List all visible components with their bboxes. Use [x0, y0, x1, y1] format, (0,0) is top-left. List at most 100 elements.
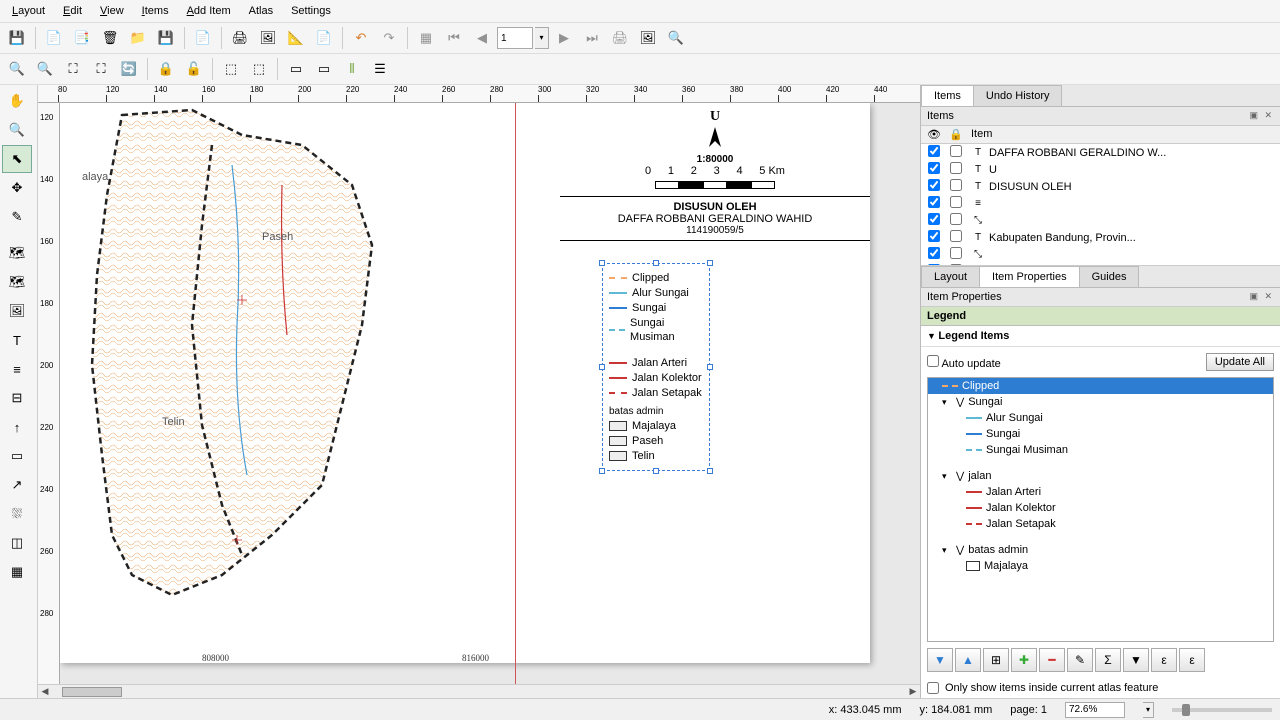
new-layout-icon[interactable]: 📄 — [41, 25, 67, 51]
legend-tree[interactable]: Clipped▾⋁SungaiAlur SungaiSungaiSungai M… — [927, 377, 1274, 642]
page-input[interactable] — [497, 27, 533, 49]
move-content-icon[interactable]: ✥ — [2, 174, 32, 202]
add-node-icon[interactable]: ⛆ — [2, 500, 32, 528]
add-icon[interactable]: ✚ — [1011, 648, 1037, 672]
add-north-icon[interactable]: ↑ — [2, 413, 32, 441]
unlock-icon[interactable]: 🔓 — [181, 56, 207, 82]
add-page-icon[interactable]: 📄 — [190, 25, 216, 51]
auto-update-checkbox[interactable]: Auto update — [927, 355, 1001, 370]
tree-row[interactable]: ▾⋁Sungai — [928, 394, 1273, 410]
canvas[interactable]: Paseh Telin alaya 808000 816000 9216000 … — [60, 103, 920, 684]
tree-row[interactable]: Clipped — [928, 378, 1273, 394]
group-icon[interactable]: ⬚ — [218, 56, 244, 82]
tree-row[interactable]: Sungai Musiman — [928, 442, 1273, 458]
legend-item[interactable]: ClippedAlur SungaiSungaiSungai Musiman J… — [602, 263, 710, 471]
zoom-slider[interactable] — [1172, 708, 1272, 712]
menu-settings[interactable]: Settings — [283, 2, 339, 20]
add-3dmap-icon[interactable]: 🗺 — [2, 268, 32, 296]
panel-ctrl-icons[interactable]: ▣ ✕ — [1249, 291, 1274, 303]
tree-row[interactable]: ▾⋁jalan — [928, 468, 1273, 484]
add-scalebar-icon[interactable]: ⊟ — [2, 384, 32, 412]
tree-row[interactable]: Alur Sungai — [928, 410, 1273, 426]
tab-layout[interactable]: Layout — [921, 266, 980, 287]
tab-undo[interactable]: Undo History — [973, 85, 1063, 106]
tree-row[interactable]: Jalan Kolektor — [928, 500, 1273, 516]
menu-view[interactable]: View — [92, 2, 132, 20]
edit-nodes-icon[interactable]: ✎ — [2, 203, 32, 231]
zoom-tool-icon[interactable]: 🔍 — [2, 116, 32, 144]
refresh-icon[interactable]: 🔄 — [116, 56, 142, 82]
move-up-icon[interactable]: ▲ — [955, 648, 981, 672]
remove-icon[interactable]: ━ — [1039, 648, 1065, 672]
menu-edit[interactable]: Edit — [55, 2, 90, 20]
item-row[interactable]: TDISUSUN OLEH — [921, 178, 1280, 195]
add-arrow-icon[interactable]: ↗ — [2, 471, 32, 499]
menu-additem[interactable]: Add Item — [179, 2, 239, 20]
lower-icon[interactable]: ▭ — [311, 56, 337, 82]
item-row[interactable]: ⤡ — [921, 246, 1280, 263]
menu-atlas[interactable]: Atlas — [241, 2, 281, 20]
panel-ctrl-icons[interactable]: ▣ ✕ — [1249, 110, 1274, 122]
item-row[interactable]: ≡ — [921, 195, 1280, 212]
legend-items-section[interactable]: Legend Items — [921, 326, 1280, 347]
filter-icon[interactable]: ▼ — [1123, 648, 1149, 672]
move-down-icon[interactable]: ▼ — [927, 648, 953, 672]
page-dd-icon[interactable]: ▾ — [535, 27, 549, 49]
open-icon[interactable]: 📁 — [125, 25, 151, 51]
raise-icon[interactable]: ▭ — [283, 56, 309, 82]
item-row[interactable]: TU — [921, 161, 1280, 178]
zoom-in-icon[interactable]: 🔍 — [4, 56, 30, 82]
add-map-icon[interactable]: 🗺 — [2, 239, 32, 267]
map-frame[interactable]: Paseh Telin alaya 808000 816000 9216000 … — [62, 105, 502, 665]
expr-icon[interactable]: ε — [1151, 648, 1177, 672]
print-icon[interactable]: 🖨 — [227, 25, 253, 51]
add-group-icon[interactable]: ⊞ — [983, 648, 1009, 672]
item-row[interactable]: TDAFFA ROBBANI GERALDINO W... — [921, 144, 1280, 161]
menu-layout[interactable]: Layout — [4, 2, 53, 20]
atlas-settings-icon[interactable]: 🔍 — [663, 25, 689, 51]
export-pdf-icon[interactable]: 📄 — [311, 25, 337, 51]
zoom-input[interactable] — [1065, 702, 1125, 718]
select-tool-icon[interactable]: ⬉ — [2, 145, 32, 173]
save-template-icon[interactable]: 💾 — [153, 25, 179, 51]
atlas-export-icon[interactable]: 🖼 — [635, 25, 661, 51]
tree-row[interactable]: Jalan Arteri — [928, 484, 1273, 500]
del-layout-icon[interactable]: 🗑 — [97, 25, 123, 51]
export-img-icon[interactable]: 🖼 — [255, 25, 281, 51]
only-show-checkbox[interactable] — [927, 682, 939, 694]
align-icon[interactable]: ⫴ — [339, 56, 365, 82]
add-shape-icon[interactable]: ▭ — [2, 442, 32, 470]
tree-row[interactable]: ▾⋁batas admin — [928, 542, 1273, 558]
tab-item-properties[interactable]: Item Properties — [979, 266, 1080, 287]
add-legend-icon[interactable]: ≡ — [2, 355, 32, 383]
save-icon[interactable]: 💾 — [4, 25, 30, 51]
sigma-icon[interactable]: Σ — [1095, 648, 1121, 672]
tree-row[interactable]: Majalaya — [928, 558, 1273, 574]
item-row[interactable]: TKabupaten Bandung, Provin... — [921, 229, 1280, 246]
pan-tool-icon[interactable]: ✋ — [2, 87, 32, 115]
add-picture-icon[interactable]: 🖼 — [2, 297, 32, 325]
lock-icon[interactable]: 🔒 — [153, 56, 179, 82]
zoom-out-icon[interactable]: 🔍 — [32, 56, 58, 82]
export-svg-icon[interactable]: 📐 — [283, 25, 309, 51]
add-label-icon[interactable]: T — [2, 326, 32, 354]
zoom-dd-icon[interactable]: ▾ — [1143, 702, 1154, 718]
zoom-100-icon[interactable]: ⛶ — [60, 56, 86, 82]
edit-icon[interactable]: ✎ — [1067, 648, 1093, 672]
undo-icon[interactable]: ↶ — [348, 25, 374, 51]
update-all-button[interactable]: Update All — [1206, 353, 1274, 371]
add-html-icon[interactable]: ◫ — [2, 529, 32, 557]
tree-row[interactable]: Sungai — [928, 426, 1273, 442]
dup-layout-icon[interactable]: 📑 — [69, 25, 95, 51]
expr2-icon[interactable]: ε — [1179, 648, 1205, 672]
add-table-icon[interactable]: ▦ — [2, 558, 32, 586]
tab-guides[interactable]: Guides — [1079, 266, 1140, 287]
hscrollbar[interactable]: ◀▶ — [38, 684, 920, 698]
zoom-fit-icon[interactable]: ⛶ — [88, 56, 114, 82]
ungroup-icon[interactable]: ⬚ — [246, 56, 272, 82]
tree-row[interactable]: Jalan Setapak — [928, 516, 1273, 532]
menu-items[interactable]: Items — [134, 2, 177, 20]
items-list[interactable]: 👁 🔒 Item TDAFFA ROBBANI GERALDINO W...TU… — [921, 126, 1280, 266]
tab-items[interactable]: Items — [921, 85, 974, 106]
distribute-icon[interactable]: ☰ — [367, 56, 393, 82]
